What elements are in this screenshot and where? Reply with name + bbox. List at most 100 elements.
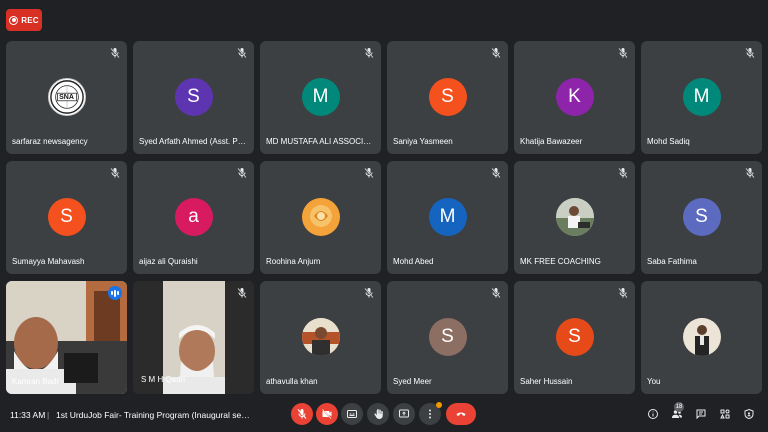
mic-muted-icon (364, 48, 374, 58)
mic-muted-icon (237, 48, 247, 58)
participant-tile[interactable]: Roohina Anjum (260, 161, 381, 274)
present-icon (399, 409, 409, 418)
rose-icon (301, 198, 340, 236)
participant-tile[interactable]: S Syed Arfath Ahmed (Asst. Prof.) (133, 41, 254, 154)
recording-label: REC (21, 15, 39, 25)
muted-indicator (744, 167, 756, 179)
participant-tile[interactable]: M MD MUSTAFA ALI ASSOCIATE ... (260, 41, 381, 154)
mic-muted-icon (745, 48, 755, 58)
participant-tile[interactable]: S M H Qadri (133, 281, 254, 394)
mic-muted-icon (110, 168, 120, 178)
clock: 11:33 AM (10, 410, 46, 420)
participant-name: You (647, 377, 661, 386)
muted-indicator (236, 47, 248, 59)
meet-window: REC SNA sarfaraz newsagency S Syed Arfath A… (0, 0, 768, 432)
activities-icon (720, 409, 730, 419)
participant-tile[interactable]: Kamran Badr (6, 281, 127, 394)
chat-icon (696, 409, 706, 420)
hand-icon (374, 409, 383, 419)
muted-indicator (236, 167, 248, 179)
muted-indicator (490, 167, 502, 179)
mic-muted-icon (110, 48, 120, 58)
notification-dot (436, 402, 442, 408)
meeting-info-button[interactable] (646, 407, 660, 421)
avatar-initial: S (428, 318, 467, 356)
participant-tile[interactable]: S Saniya Yasmeen (387, 41, 508, 154)
muted-indicator (236, 287, 248, 299)
videocam-off-icon (322, 409, 332, 419)
participant-grid: SNA sarfaraz newsagency S Syed Arfath Ahmed… (6, 41, 762, 395)
avatar-photo (555, 198, 594, 236)
avatar-initial: S (47, 198, 86, 236)
raise-hand-button[interactable] (367, 403, 389, 425)
record-icon (9, 15, 19, 25)
captions-button[interactable] (341, 403, 363, 425)
recording-badge[interactable]: REC (6, 9, 42, 31)
muted-indicator (617, 167, 629, 179)
mic-off-icon (297, 409, 307, 419)
mic-muted-icon (364, 168, 374, 178)
mic-muted-icon (364, 288, 374, 298)
mic-muted-icon (618, 48, 628, 58)
more-options-button[interactable] (419, 402, 442, 425)
chat-button[interactable] (694, 407, 708, 421)
mic-muted-icon (237, 168, 247, 178)
shield-icon (744, 408, 754, 420)
participant-name: S M H Qadri (141, 375, 186, 384)
participant-tile[interactable]: MK FREE COACHING (514, 161, 635, 274)
participant-name: Mohd Sadiq (647, 137, 690, 146)
person-photo-icon (555, 198, 594, 236)
mic-muted-icon (491, 168, 501, 178)
participant-name: aijaz ali Quraishi (139, 257, 198, 266)
mic-off-button[interactable] (291, 403, 313, 425)
participant-name: sarfaraz newsagency (12, 137, 88, 146)
participant-tile[interactable]: SNA sarfaraz newsagency (6, 41, 127, 154)
muted-indicator (617, 47, 629, 59)
participant-tile[interactable]: S Saba Fathima (641, 161, 762, 274)
avatar-initial: M (301, 78, 340, 116)
participant-tile[interactable]: S Syed Meer (387, 281, 508, 394)
avatar-initial: M (682, 78, 721, 116)
mic-muted-icon (618, 288, 628, 298)
leave-call-button[interactable] (446, 403, 476, 425)
avatar-initial: S (682, 198, 721, 236)
present-button[interactable] (393, 403, 415, 425)
participant-name: Saher Hussain (520, 377, 573, 386)
info-icon (648, 409, 658, 419)
person-photo-icon (301, 318, 340, 356)
muted-indicator (617, 287, 629, 299)
avatar-initial: S (174, 78, 213, 116)
participant-tile[interactable]: K Khatija Bawazeer (514, 41, 635, 154)
person-photo-icon (682, 318, 721, 356)
participant-name: Roohina Anjum (266, 257, 321, 266)
muted-indicator (490, 47, 502, 59)
mic-muted-icon (745, 168, 755, 178)
activities-button[interactable] (718, 407, 732, 421)
avatar-photo (682, 318, 721, 356)
participant-name: Sumayya Mahavash (12, 257, 85, 266)
participant-name: Mohd Abed (393, 257, 434, 266)
participant-name: Saba Fathima (647, 257, 697, 266)
mic-muted-icon (237, 288, 247, 298)
participant-tile[interactable]: S Sumayya Mahavash (6, 161, 127, 274)
participant-tile[interactable]: M Mohd Abed (387, 161, 508, 274)
participant-tile[interactable]: M Mohd Sadiq (641, 41, 762, 154)
sna-logo: SNA (47, 78, 86, 116)
mic-muted-icon (618, 168, 628, 178)
more-vert-icon (429, 409, 431, 419)
speaking-indicator-icon (108, 286, 122, 300)
avatar-photo (301, 318, 340, 356)
muted-indicator (363, 167, 375, 179)
participant-tile[interactable]: You (641, 281, 762, 394)
muted-indicator (109, 167, 121, 179)
participant-tile[interactable]: athavulla khan (260, 281, 381, 394)
muted-indicator (744, 47, 756, 59)
avatar-initial: S (555, 318, 594, 356)
host-controls-button[interactable] (742, 407, 756, 421)
participant-name: Syed Arfath Ahmed (Asst. Prof.) (139, 137, 248, 146)
participant-tile[interactable]: S Saher Hussain (514, 281, 635, 394)
avatar-initial: K (555, 78, 594, 116)
muted-indicator (109, 47, 121, 59)
camera-off-button[interactable] (316, 403, 338, 425)
participant-tile[interactable]: a aijaz ali Quraishi (133, 161, 254, 274)
